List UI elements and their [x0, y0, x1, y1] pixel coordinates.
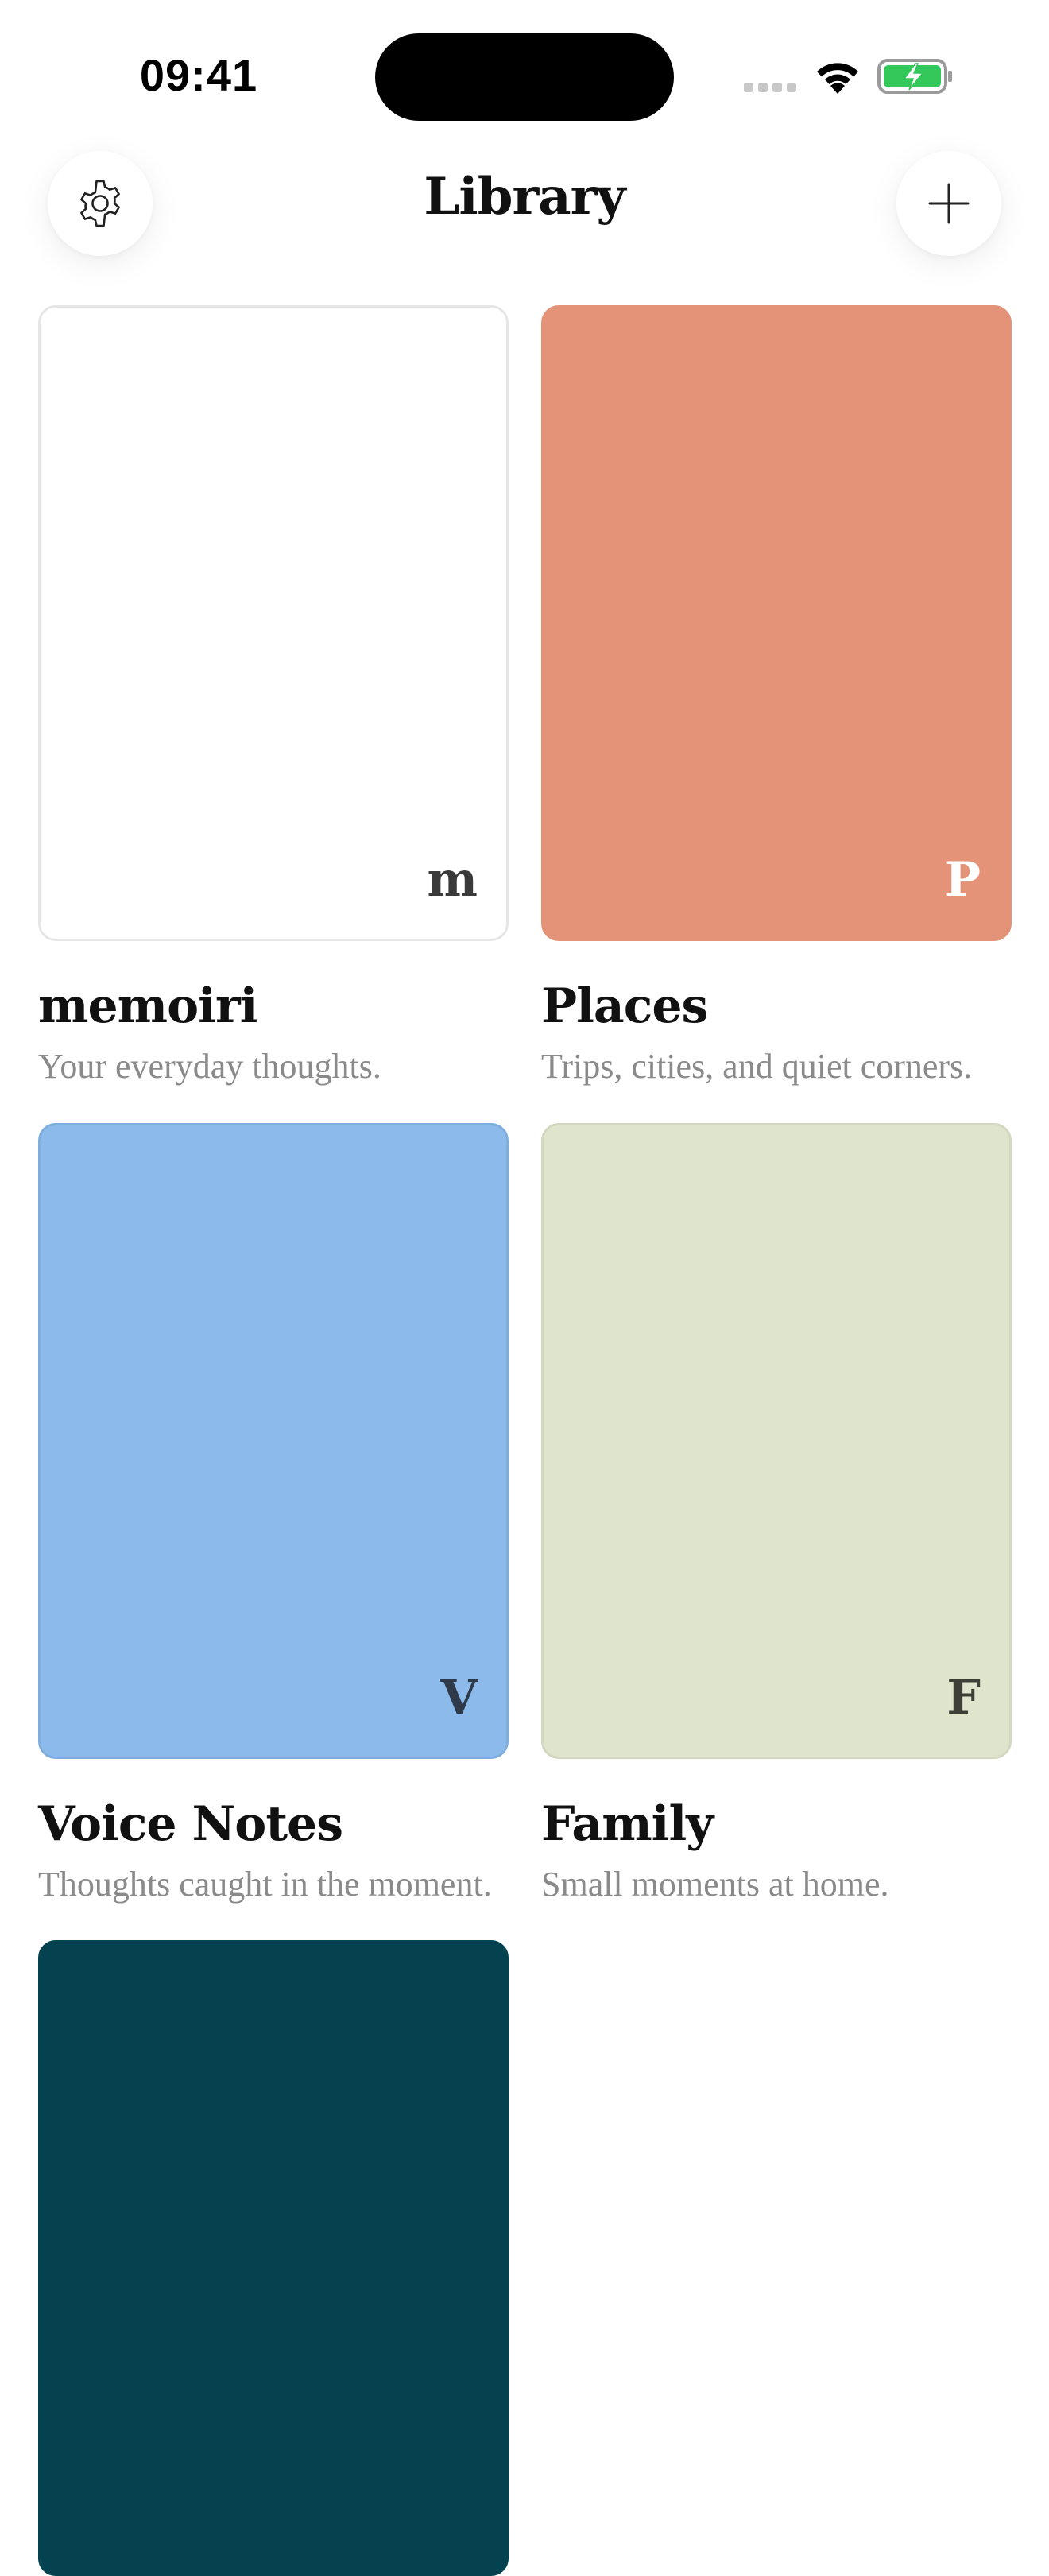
journal-description: Thoughts caught in the moment.	[38, 1865, 492, 1904]
journal-card-memoiri[interactable]: m memoiri Your everyday thoughts.	[38, 305, 509, 1089]
journal-description: Your everyday thoughts.	[38, 1047, 381, 1086]
dynamic-island	[375, 33, 674, 121]
cellular-signal-icon	[744, 83, 796, 92]
journal-cover[interactable]: m	[38, 305, 509, 941]
journal-card-places[interactable]: P Places Trips, cities, and quiet corner…	[541, 305, 1012, 1089]
cover-monogram: V	[440, 1670, 478, 1726]
journal-card-teal[interactable]	[38, 1940, 509, 2576]
journal-card-family[interactable]: F Family Small moments at home.	[541, 1123, 1012, 1907]
gear-icon	[80, 180, 120, 227]
cover-monogram: P	[944, 852, 981, 908]
journal-cover[interactable]: F	[541, 1123, 1012, 1759]
page-title: Library	[424, 167, 625, 227]
library-header: Library	[0, 143, 1049, 256]
journal-description: Trips, cities, and quiet corners.	[541, 1047, 973, 1086]
cover-monogram: F	[946, 1670, 981, 1726]
journal-cover[interactable]	[38, 1940, 509, 2576]
settings-button[interactable]	[48, 151, 153, 256]
battery-charging-icon	[877, 59, 952, 94]
plus-icon	[928, 183, 970, 224]
journal-title: Family	[541, 1796, 714, 1852]
status-time: 09:41	[139, 50, 258, 100]
cover-monogram: m	[427, 852, 478, 908]
journal-title: Voice Notes	[38, 1796, 343, 1852]
add-journal-button[interactable]	[896, 151, 1001, 256]
journal-title: memoiri	[38, 978, 257, 1034]
journal-description: Small moments at home.	[541, 1865, 889, 1904]
journal-title: Places	[541, 978, 708, 1034]
journal-cover[interactable]: V	[38, 1123, 509, 1759]
journal-card-voice-notes[interactable]: V Voice Notes Thoughts caught in the mom…	[38, 1123, 509, 1907]
journal-cover[interactable]: P	[541, 305, 1012, 941]
status-bar: 09:41	[0, 0, 1049, 143]
wifi-icon	[817, 63, 858, 94]
